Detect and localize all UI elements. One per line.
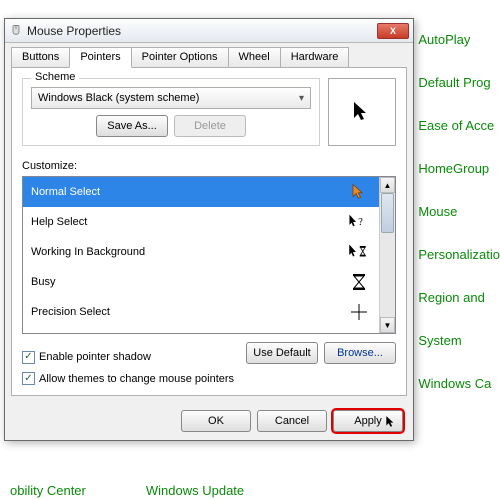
tab-pointer-options[interactable]: Pointer Options — [131, 47, 229, 67]
tab-pointers[interactable]: Pointers — [69, 47, 131, 68]
delete-button: Delete — [174, 115, 246, 137]
titlebar[interactable]: Mouse Properties X — [5, 19, 413, 43]
tab-hardware[interactable]: Hardware — [280, 47, 350, 67]
save-as-button[interactable]: Save As... — [96, 115, 168, 137]
scroll-up-button[interactable]: ▲ — [380, 177, 395, 193]
close-button[interactable]: X — [377, 23, 409, 39]
dialog-title: Mouse Properties — [27, 24, 377, 38]
list-item[interactable]: Working In Background — [23, 237, 379, 267]
mouse-properties-dialog: Mouse Properties X Buttons Pointers Poin… — [4, 18, 414, 441]
bg-link[interactable]: Mouse — [418, 204, 500, 219]
bg-link[interactable]: System — [418, 333, 500, 348]
cross-icon — [347, 304, 371, 320]
arrow-orange-icon — [347, 183, 371, 201]
list-item[interactable]: Help Select ? — [23, 207, 379, 237]
scroll-down-button[interactable]: ▼ — [380, 317, 395, 333]
list-item-label: Help Select — [31, 216, 87, 228]
list-item-label: Busy — [31, 276, 55, 288]
tabstrip: Buttons Pointers Pointer Options Wheel H… — [5, 43, 413, 67]
scheme-legend: Scheme — [31, 71, 79, 83]
checkbox-icon: ✓ — [22, 351, 35, 364]
control-panel-links: AutoPlay Default Prog Ease of Acce HomeG… — [418, 0, 500, 391]
list-item[interactable]: Busy — [23, 267, 379, 297]
browse-button[interactable]: Browse... — [324, 342, 396, 364]
list-item[interactable]: Precision Select — [23, 297, 379, 327]
bg-link[interactable]: AutoPlay — [418, 32, 500, 47]
cancel-button[interactable]: Cancel — [257, 410, 327, 432]
close-icon: X — [390, 26, 396, 36]
cursor-preview — [328, 78, 396, 146]
dialog-buttons: OK Cancel Apply — [5, 402, 413, 440]
list-item[interactable]: Normal Select — [23, 177, 379, 207]
ok-button[interactable]: OK — [181, 410, 251, 432]
bg-link[interactable]: Windows Ca — [418, 376, 500, 391]
arrow-busy-icon — [347, 243, 371, 261]
bg-link[interactable]: Windows Update — [146, 483, 244, 498]
bg-link[interactable]: obility Center — [10, 483, 86, 498]
scroll-thumb[interactable] — [381, 193, 394, 233]
svg-text:?: ? — [358, 216, 363, 227]
checkbox-icon: ✓ — [22, 372, 35, 385]
list-item-label: Precision Select — [31, 306, 110, 318]
help-cursor-icon: ? — [347, 213, 371, 231]
bg-link[interactable]: HomeGroup — [418, 161, 500, 176]
scheme-fieldset: Scheme Windows Black (system scheme) Sav… — [22, 78, 320, 146]
tab-buttons[interactable]: Buttons — [11, 47, 70, 67]
arrow-cursor-icon — [350, 100, 374, 124]
enable-shadow-checkbox[interactable]: ✓ Enable pointer shadow — [22, 351, 151, 364]
checkbox-label: Enable pointer shadow — [39, 351, 151, 363]
bg-link[interactable]: Ease of Acce — [418, 118, 500, 133]
allow-themes-checkbox[interactable]: ✓ Allow themes to change mouse pointers — [22, 372, 396, 385]
list-item-label: Working In Background — [31, 246, 145, 258]
bg-link[interactable]: Region and — [418, 290, 500, 305]
customize-label: Customize: — [22, 160, 396, 172]
checkbox-label: Allow themes to change mouse pointers — [39, 373, 234, 385]
scrollbar[interactable]: ▲ ▼ — [379, 177, 395, 333]
bg-link[interactable]: Personalizatio — [418, 247, 500, 262]
cursor-overlay-icon — [384, 415, 398, 429]
hourglass-icon — [347, 273, 371, 291]
scroll-track[interactable] — [380, 193, 395, 317]
tab-wheel[interactable]: Wheel — [228, 47, 281, 67]
apply-label: Apply — [354, 415, 382, 427]
apply-button[interactable]: Apply — [333, 410, 403, 432]
control-panel-bottom-links: obility Center Windows Update — [0, 483, 244, 498]
scheme-selected-value: Windows Black (system scheme) — [38, 92, 199, 104]
tab-panel-pointers: Scheme Windows Black (system scheme) Sav… — [11, 67, 407, 396]
cursor-listbox[interactable]: Normal Select Help Select ? Working In B… — [22, 176, 396, 334]
mouse-icon — [9, 24, 23, 38]
scheme-select[interactable]: Windows Black (system scheme) — [31, 87, 311, 109]
bg-link[interactable]: Default Prog — [418, 75, 500, 90]
use-default-button[interactable]: Use Default — [246, 342, 318, 364]
list-item-label: Normal Select — [31, 186, 100, 198]
